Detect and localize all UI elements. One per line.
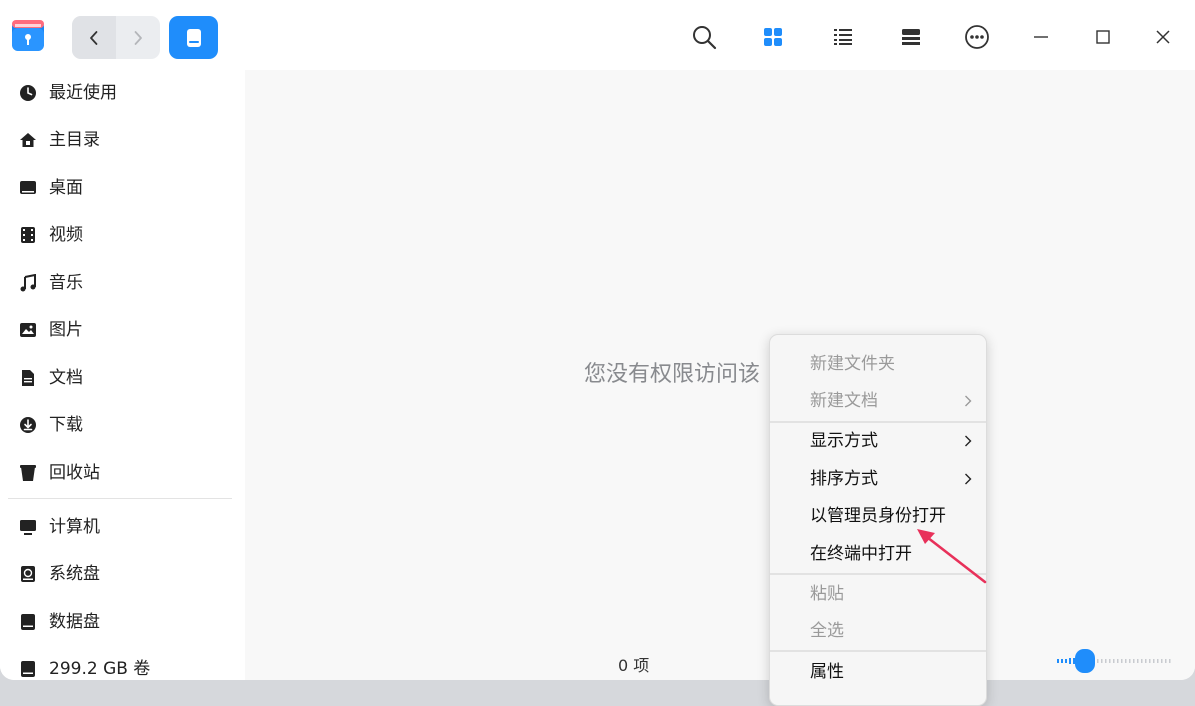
grid-view-icon [763,27,783,47]
sidebar-item-label: 桌面 [49,178,83,198]
search-button[interactable] [687,20,721,54]
sidebar-item-label: 最近使用 [49,83,117,103]
computer-icon [19,518,37,536]
disk-icon [185,28,203,48]
icon-view-button[interactable] [756,20,790,54]
sidebar-item-recent[interactable]: 最近使用 [0,73,245,113]
close-icon [1155,29,1171,45]
sidebar-item-desktop[interactable]: 桌面 [0,168,245,208]
clock-icon [19,84,37,102]
desktop-icon [19,179,37,197]
menu-item-label: 排序方式 [810,469,878,489]
sidebar-item-label: 视频 [49,225,83,245]
sidebar-item-label: 音乐 [49,273,83,293]
music-note-icon [19,274,37,292]
volume-icon [19,660,37,678]
menu-item-label: 新建文档 [810,391,878,411]
sidebar-item-downloads[interactable]: 下载 [0,405,245,445]
home-icon [19,131,37,149]
submenu-arrow-icon [963,434,973,448]
sidebar-item-label: 下载 [49,415,83,435]
menu-item-label: 全选 [810,621,844,641]
sidebar-item-pictures[interactable]: 图片 [0,310,245,350]
minimize-button[interactable] [1024,20,1058,54]
more-options-button[interactable] [960,20,994,54]
file-manager-window: 最近使用 主目录 桌面 视频 音乐 [0,0,1195,680]
title-bar [0,0,1195,70]
menu-item-new-folder[interactable]: 新建文件夹 [770,346,986,382]
navigation-buttons [72,16,160,59]
menu-item-open-in-terminal[interactable]: 在终端中打开 [770,536,986,572]
sidebar-item-label: 图片 [49,320,83,340]
sidebar-item-label: 计算机 [49,517,100,537]
document-icon [19,369,37,387]
more-icon [964,24,990,50]
forward-button[interactable] [116,16,160,59]
sidebar-item-label: 文档 [49,368,83,388]
download-icon [19,416,37,434]
sidebar-item-system-disk[interactable]: 系统盘 [0,554,245,594]
close-button[interactable] [1146,20,1180,54]
menu-item-label: 新建文件夹 [810,354,895,374]
maximize-button[interactable] [1086,20,1120,54]
sidebar-item-computer[interactable]: 计算机 [0,507,245,547]
menu-item-properties[interactable]: 属性 [770,654,986,690]
sidebar-item-label: 数据盘 [49,612,100,632]
main-content-area[interactable]: 您没有权限访问该 0 项 [245,70,1195,680]
back-button[interactable] [72,16,116,59]
system-disk-icon [19,565,37,583]
search-icon [691,24,717,50]
sidebar-item-data-disk[interactable]: 数据盘 [0,602,245,642]
sidebar-item-trash[interactable]: 回收站 [0,453,245,493]
menu-item-label: 属性 [810,662,844,682]
tree-view-button[interactable] [894,20,928,54]
sidebar-divider [8,498,232,499]
sidebar-item-volume[interactable]: 299.2 GB 卷 [0,649,245,680]
sidebar-item-label: 299.2 GB 卷 [49,659,150,679]
maximize-icon [1095,29,1111,45]
submenu-arrow-icon [963,394,973,408]
menu-item-label: 显示方式 [810,431,878,451]
icon-size-slider[interactable] [1055,648,1173,674]
menu-item-new-document[interactable]: 新建文档 [770,383,986,419]
menu-item-paste[interactable]: 粘贴 [770,576,986,612]
menu-item-sort-by[interactable]: 排序方式 [770,461,986,497]
tree-view-icon [901,28,921,46]
breadcrumb-disk-button[interactable] [169,16,218,59]
film-icon [19,226,37,244]
image-icon [19,321,37,339]
context-menu: 新建文件夹 新建文档 显示方式 排序方式 以管理员身份打开 在终端中打开 粘贴 … [769,334,987,706]
menu-item-open-as-admin[interactable]: 以管理员身份打开 [770,498,986,534]
submenu-arrow-icon [963,472,973,486]
list-view-button[interactable] [826,20,860,54]
list-view-icon [833,28,853,46]
menu-separator [770,573,986,575]
sidebar-item-documents[interactable]: 文档 [0,358,245,398]
chevron-right-icon [132,30,144,46]
data-disk-icon [19,613,37,631]
item-count-label: 0 项 [618,652,649,676]
menu-item-label: 在终端中打开 [810,544,912,564]
sidebar-item-home[interactable]: 主目录 [0,120,245,160]
permission-denied-message: 您没有权限访问该 [584,362,760,388]
minimize-icon [1033,29,1049,45]
menu-item-label: 粘贴 [810,584,844,604]
sidebar-item-label: 系统盘 [49,564,100,584]
menu-item-select-all[interactable]: 全选 [770,613,986,649]
sidebar-item-label: 主目录 [49,130,100,150]
menu-separator [770,650,986,652]
file-manager-logo-icon [10,17,46,53]
trash-icon [19,464,37,482]
menu-item-display-mode[interactable]: 显示方式 [770,423,986,459]
sidebar-item-label: 回收站 [49,463,100,483]
chevron-left-icon [88,30,100,46]
sidebar-item-music[interactable]: 音乐 [0,263,245,303]
sidebar-item-videos[interactable]: 视频 [0,215,245,255]
sidebar: 最近使用 主目录 桌面 视频 音乐 [0,70,245,680]
menu-item-label: 以管理员身份打开 [810,506,946,526]
